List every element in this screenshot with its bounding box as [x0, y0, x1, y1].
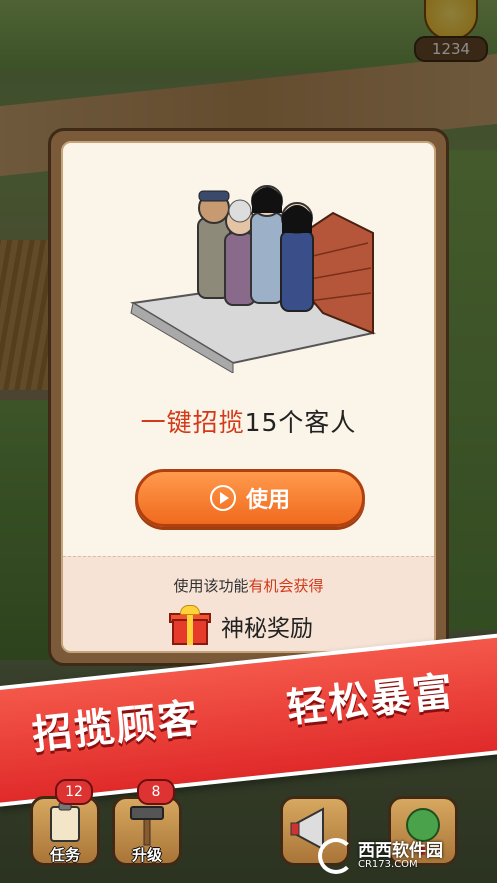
watermark-main: 西西软件园 [358, 840, 443, 861]
site-watermark: 西西软件园 CR173.COM [318, 834, 493, 878]
play-icon [209, 485, 236, 511]
clipboard-icon [50, 802, 80, 842]
hammer-icon [130, 806, 164, 846]
title-highlight: 一键招揽 [140, 408, 245, 437]
recruit-dialog: 一键招揽15个客人 使用 使用该功能有机会获得 神秘奖励 [48, 128, 449, 666]
gift-box-icon [169, 605, 211, 647]
customers-illustration [130, 185, 376, 373]
reward-hint-prefix: 使用该功能 [173, 577, 249, 595]
reward-item: 神秘奖励 [169, 605, 313, 647]
reward-hint-highlight: 有机会获得 [248, 577, 324, 595]
reward-name: 神秘奖励 [221, 616, 313, 642]
banner-right-text: 轻松暴富 [284, 668, 457, 732]
reward-hint: 使用该功能有机会获得 [63, 575, 434, 596]
title-rest: 15个客人 [244, 408, 357, 437]
reward-section: 使用该功能有机会获得 神秘奖励 [63, 556, 434, 651]
use-button-label: 使用 [245, 488, 290, 513]
upgrade-button[interactable]: 8 升级 [112, 779, 182, 866]
tasks-label: 任务 [49, 846, 80, 864]
banner-left-text: 招揽顾客 [30, 695, 202, 759]
upgrade-badge: 8 [137, 779, 175, 805]
tasks-badge: 12 [55, 779, 93, 805]
upgrade-label: 升级 [131, 846, 162, 864]
watermark-sub: CR173.COM [358, 858, 418, 870]
tasks-button[interactable]: 12 任务 [30, 779, 100, 866]
dialog-panel: 一键招揽15个客人 使用 使用该功能有机会获得 神秘奖励 [61, 141, 436, 653]
dialog-title: 一键招揽15个客人 [63, 403, 434, 439]
watermark-logo-icon [318, 838, 354, 874]
use-button[interactable]: 使用 [135, 469, 365, 527]
